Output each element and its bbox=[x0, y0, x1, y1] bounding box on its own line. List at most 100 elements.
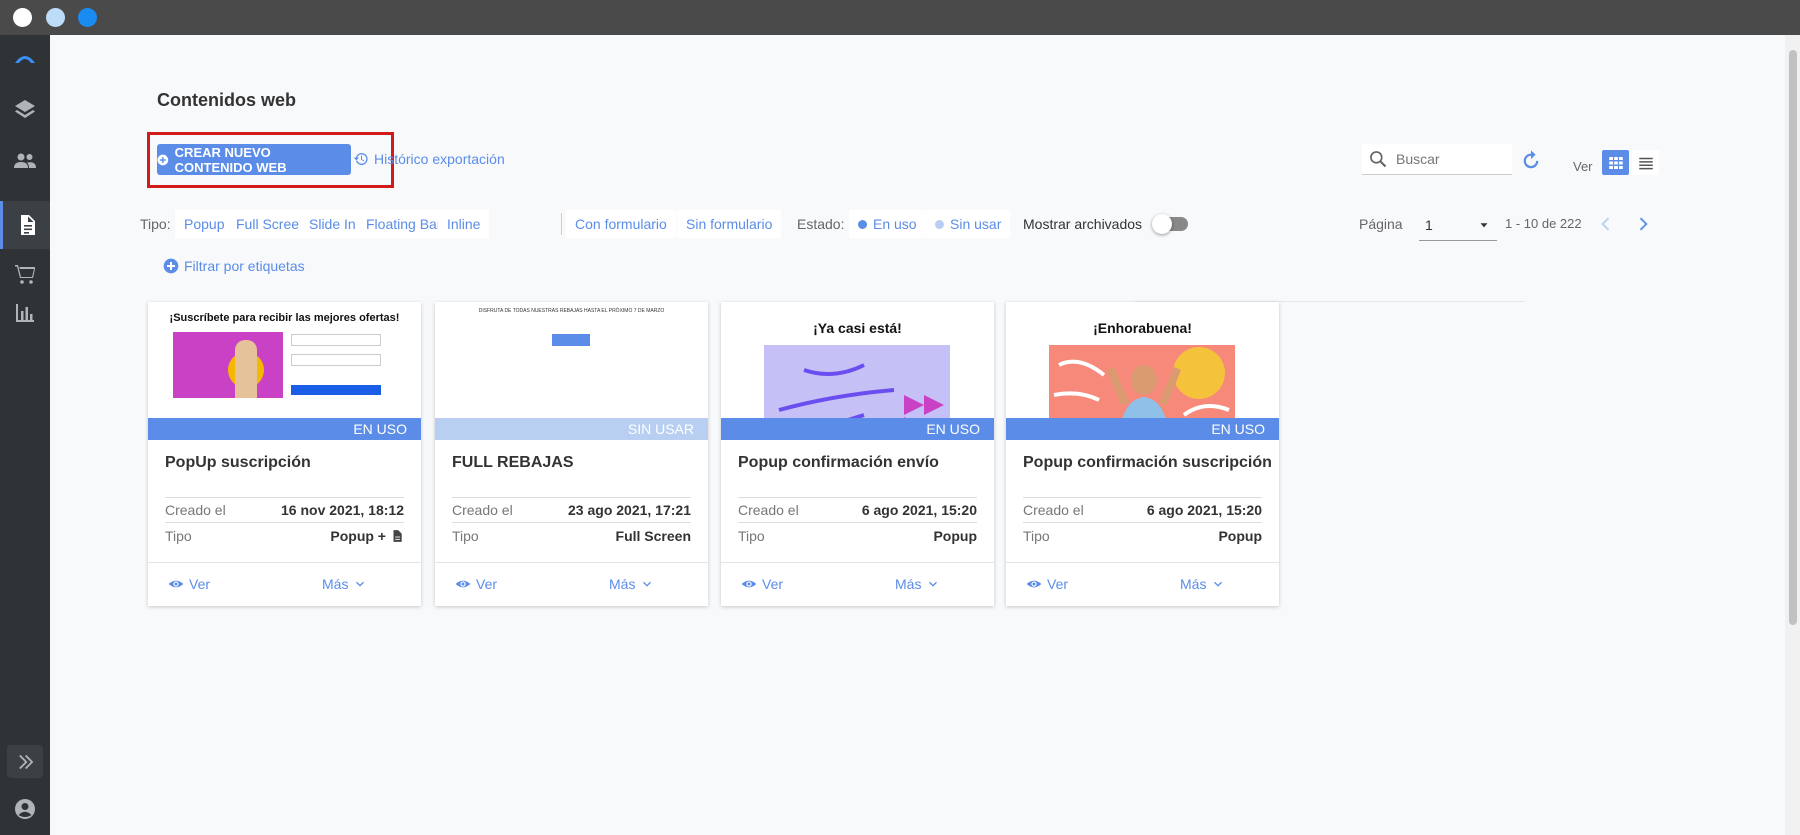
vertical-scrollbar[interactable] bbox=[1785, 35, 1800, 835]
sidebar bbox=[0, 35, 50, 835]
view-button[interactable]: Ver bbox=[741, 576, 783, 592]
type-label: Tipo bbox=[738, 528, 765, 544]
card-divider bbox=[148, 562, 421, 563]
filter-sin-usar-label: Sin usar bbox=[950, 216, 1002, 232]
filter-slide-in[interactable]: Slide In bbox=[300, 210, 365, 238]
created-row: Creado el 23 ago 2021, 17:21 bbox=[452, 502, 691, 518]
window-minimize-button[interactable] bbox=[46, 8, 65, 27]
next-page-button[interactable] bbox=[1633, 214, 1653, 239]
account-button[interactable] bbox=[0, 785, 50, 833]
content-card[interactable]: ¡Enhorabuena! EN USO Popup confirmación … bbox=[1006, 302, 1279, 606]
refresh-button[interactable] bbox=[1520, 149, 1542, 176]
created-label: Creado el bbox=[1023, 502, 1084, 518]
view-label: Ver bbox=[189, 576, 211, 592]
show-archived-label: Mostrar archivados bbox=[1023, 216, 1143, 232]
page-select[interactable]: 1 bbox=[1419, 210, 1497, 241]
search-box bbox=[1362, 144, 1512, 175]
filter-sin-usar[interactable]: Sin usar bbox=[926, 210, 1011, 238]
view-button[interactable]: Ver bbox=[168, 576, 210, 592]
more-button[interactable]: Más bbox=[1180, 576, 1225, 592]
logo-icon[interactable] bbox=[0, 35, 50, 83]
page-select-value: 1 bbox=[1425, 217, 1433, 233]
created-row: Creado el 6 ago 2021, 15:20 bbox=[738, 502, 977, 518]
created-value: 23 ago 2021, 17:21 bbox=[568, 502, 691, 518]
export-history-link[interactable]: Histórico exportación bbox=[353, 151, 505, 167]
filter-with-form[interactable]: Con formulario bbox=[566, 210, 676, 238]
content-card[interactable]: ¡Suscríbete para recibir las mejores ofe… bbox=[148, 302, 421, 606]
window-close-button[interactable] bbox=[13, 8, 32, 27]
type-row: Tipo Popup bbox=[1023, 528, 1262, 544]
refresh-icon bbox=[1523, 150, 1539, 169]
filter-tags-label: Filtrar por etiquetas bbox=[184, 258, 305, 274]
more-label: Más bbox=[1180, 576, 1207, 592]
view-button[interactable]: Ver bbox=[455, 576, 497, 592]
filter-popup[interactable]: Popup bbox=[175, 210, 234, 238]
chevron-down-icon bbox=[1214, 581, 1223, 587]
sidebar-item-contacts[interactable] bbox=[0, 137, 50, 185]
type-value: Popup bbox=[1218, 528, 1262, 544]
grid-view-button[interactable] bbox=[1602, 150, 1629, 175]
page-range: 1 - 10 de 222 bbox=[1505, 216, 1582, 231]
chart-icon bbox=[16, 304, 34, 322]
page-title: Contenidos web bbox=[157, 90, 296, 110]
type-row: Tipo Full Screen bbox=[452, 528, 691, 544]
filter-floating-bar[interactable]: Floating Bar bbox=[357, 210, 451, 238]
eye-icon bbox=[455, 580, 471, 588]
content-card[interactable]: ¡Ya casi está! EN USO Popup confirmación… bbox=[721, 302, 994, 606]
view-button[interactable]: Ver bbox=[1026, 576, 1068, 592]
filter-popup-label: Popup bbox=[184, 216, 225, 232]
type-text: Popup + bbox=[330, 528, 386, 544]
view-label: Ver bbox=[1573, 159, 1593, 174]
more-button[interactable]: Más bbox=[895, 576, 940, 592]
preview-button bbox=[552, 334, 590, 346]
layers-icon bbox=[15, 100, 35, 118]
eye-icon bbox=[1026, 580, 1042, 588]
type-label: Tipo bbox=[1023, 528, 1050, 544]
estado-label: Estado: bbox=[797, 216, 845, 232]
status-badge: SIN USAR bbox=[435, 418, 708, 440]
created-row: Creado el 16 nov 2021, 18:12 bbox=[165, 502, 404, 518]
view-label: Ver bbox=[762, 576, 784, 592]
status-badge: EN USO bbox=[1006, 418, 1279, 440]
window-titlebar bbox=[0, 0, 1800, 35]
filter-en-uso[interactable]: En uso bbox=[849, 210, 926, 238]
card-title: Popup confirmación envío bbox=[738, 454, 939, 471]
created-value: 6 ago 2021, 15:20 bbox=[1146, 502, 1262, 518]
content-card[interactable]: DISFRUTA DE TODAS NUESTRAS REBAJAS HASTA… bbox=[435, 302, 708, 606]
tipo-label: Tipo: bbox=[140, 216, 171, 232]
sidebar-item-layers[interactable] bbox=[0, 85, 50, 133]
created-label: Creado el bbox=[165, 502, 226, 518]
window-maximize-button[interactable] bbox=[78, 8, 97, 27]
filter-tags-link[interactable]: Filtrar por etiquetas bbox=[163, 258, 305, 274]
filter-without-form-label: Sin formulario bbox=[686, 216, 773, 232]
add-circle-icon bbox=[163, 258, 179, 274]
filter-without-form[interactable]: Sin formulario bbox=[677, 210, 782, 238]
document-icon bbox=[20, 215, 35, 235]
preview-heading: DISFRUTA DE TODAS NUESTRAS REBAJAS HASTA… bbox=[478, 308, 665, 314]
type-row: Tipo Popup bbox=[738, 528, 977, 544]
prev-page-button[interactable] bbox=[1596, 214, 1616, 239]
type-label: Tipo bbox=[452, 528, 479, 544]
filter-floating-bar-label: Floating Bar bbox=[366, 216, 442, 232]
more-label: Más bbox=[322, 576, 349, 592]
more-button[interactable]: Más bbox=[609, 576, 654, 592]
created-label: Creado el bbox=[452, 502, 513, 518]
more-button[interactable]: Más bbox=[322, 576, 367, 592]
chevron-down-icon bbox=[643, 581, 652, 587]
list-view-button[interactable] bbox=[1632, 150, 1659, 175]
page-label: Página bbox=[1359, 216, 1403, 232]
sidebar-item-web-content[interactable] bbox=[0, 201, 50, 249]
view-label: Ver bbox=[476, 576, 498, 592]
scrollbar-thumb[interactable] bbox=[1789, 50, 1797, 625]
grid-view-icon bbox=[1608, 156, 1623, 169]
status-badge: EN USO bbox=[721, 418, 994, 440]
export-history-label: Histórico exportación bbox=[374, 151, 505, 167]
sidebar-item-reports[interactable] bbox=[0, 289, 50, 337]
sidebar-expand-button[interactable] bbox=[7, 745, 43, 778]
filter-inline[interactable]: Inline bbox=[438, 210, 490, 238]
search-input[interactable] bbox=[1396, 151, 1496, 167]
show-archived-toggle[interactable] bbox=[1152, 214, 1188, 234]
preview-heading: ¡Enhorabuena! bbox=[1093, 320, 1192, 336]
created-label: Creado el bbox=[738, 502, 799, 518]
type-value: Popup + bbox=[330, 528, 404, 544]
